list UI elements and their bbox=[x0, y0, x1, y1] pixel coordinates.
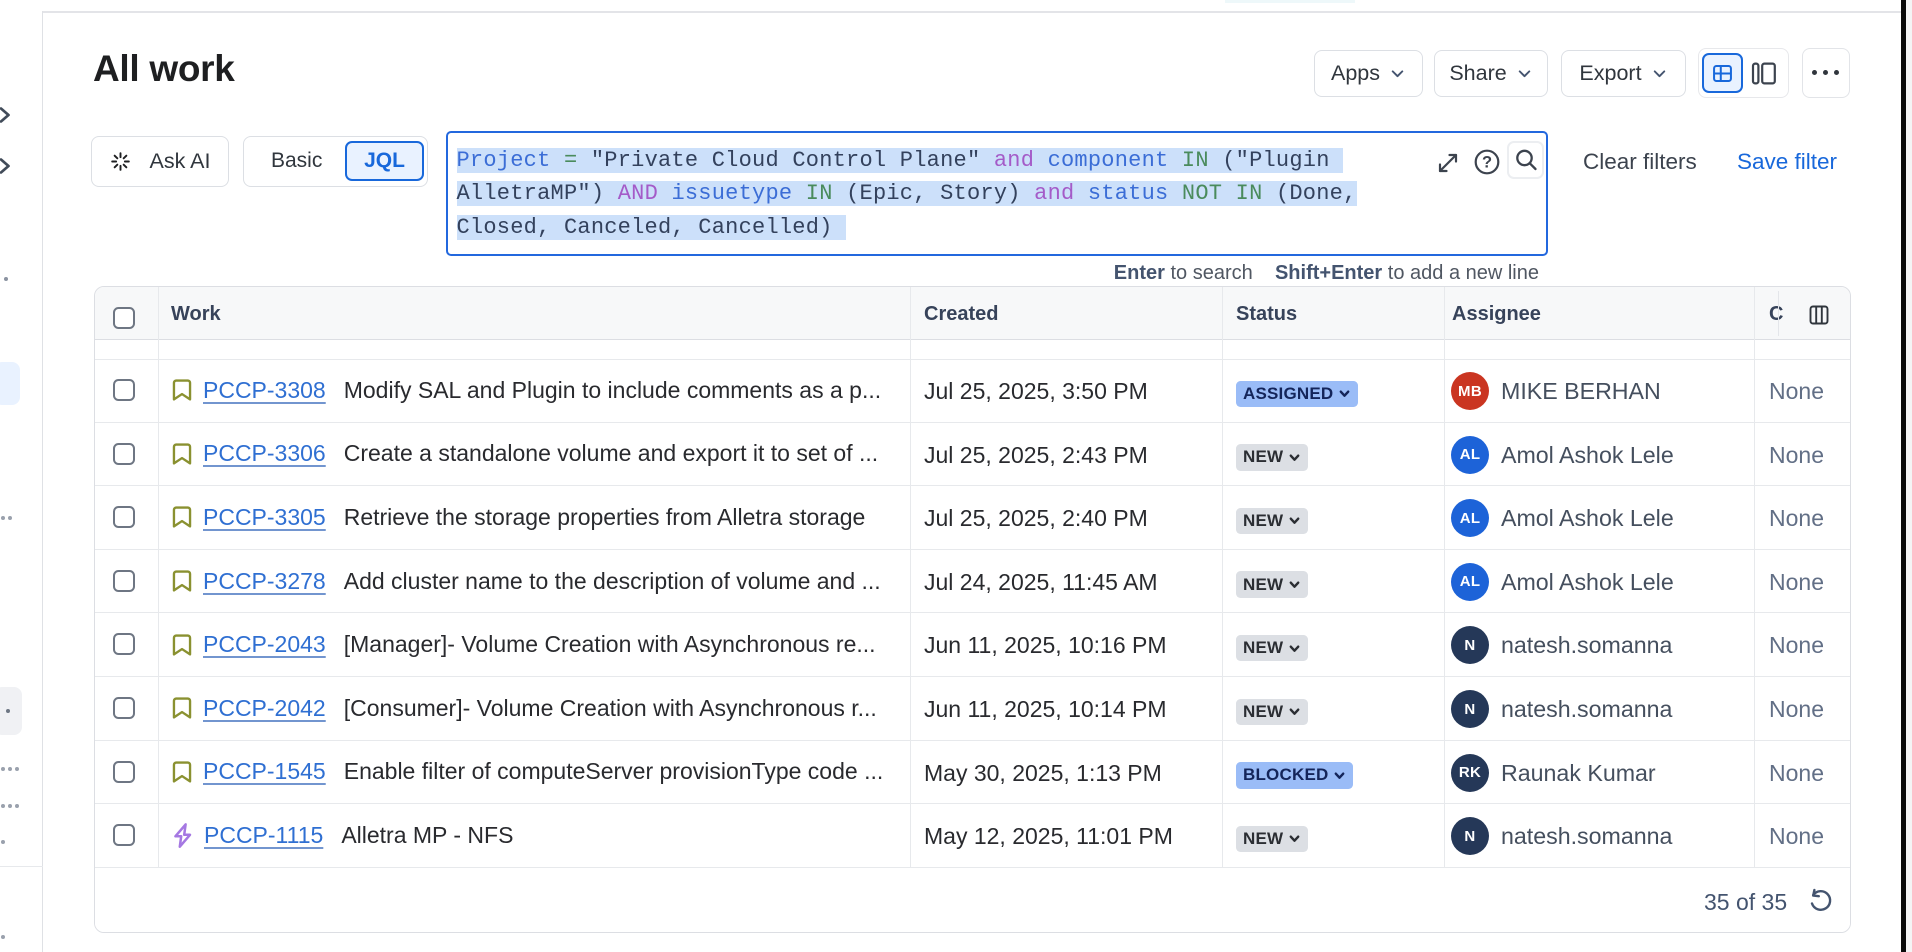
svg-text:?: ? bbox=[1482, 154, 1492, 172]
